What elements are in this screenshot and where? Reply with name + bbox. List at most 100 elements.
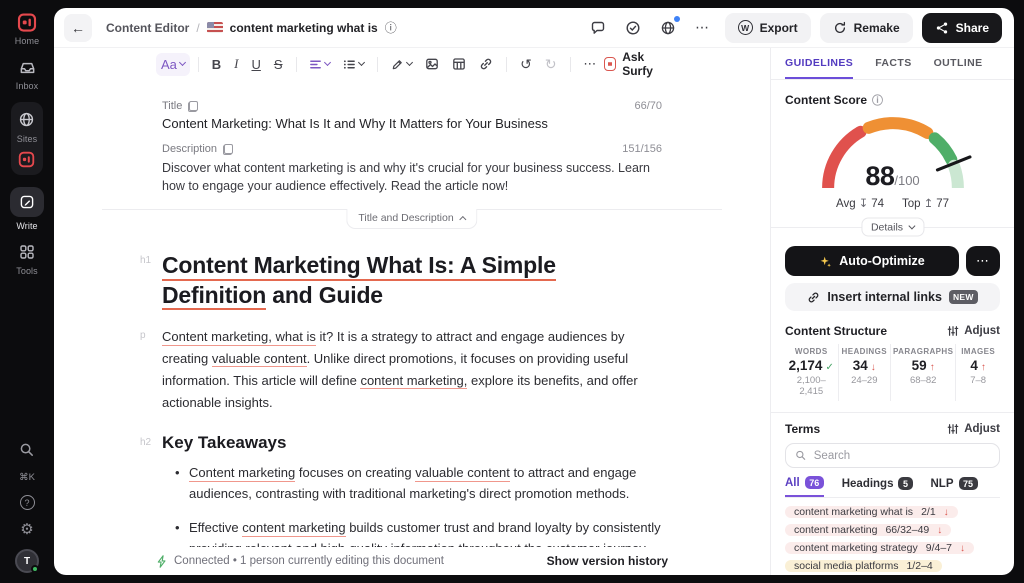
command-k-shortcut: ⌘K xyxy=(19,472,35,483)
auto-optimize-button[interactable]: Auto-Optimize xyxy=(785,246,959,276)
globe-settings-icon[interactable] xyxy=(655,15,681,41)
stat-value: 4↑ xyxy=(958,358,998,373)
insert-internal-links-button[interactable]: Insert internal links NEW xyxy=(785,283,1000,311)
term-chip-text: content marketing xyxy=(794,524,877,536)
score-info-icon[interactable]: ⓘ xyxy=(872,92,883,108)
score-benchmarks: Avg↧74 Top↥77 xyxy=(785,196,1000,210)
toolbar-more-button[interactable]: ⋯ xyxy=(578,52,601,76)
table-button[interactable] xyxy=(447,53,471,75)
doc-bullet-item[interactable]: Content marketing focuses on creating va… xyxy=(189,463,662,505)
export-button[interactable]: W Export xyxy=(725,13,811,43)
pen-icon xyxy=(391,58,404,71)
title-description-collapse[interactable]: Title and Description xyxy=(346,209,477,229)
list-icon xyxy=(343,58,356,71)
term-highlight: customer journey xyxy=(546,541,645,547)
share-button[interactable]: Share xyxy=(922,13,1002,43)
stat-trend-up-icon: ↑ xyxy=(930,362,935,373)
content-score-gauge: 88/100 xyxy=(805,112,981,188)
panel-tab-guidelines[interactable]: GUIDELINES xyxy=(785,57,853,79)
term-chip[interactable]: content marketing66/32–49↓ xyxy=(785,524,951,536)
description-char-count: 151/156 xyxy=(622,143,662,155)
title-field[interactable]: Content Marketing: What Is It and Why It… xyxy=(162,116,662,131)
page-info-icon[interactable]: ⓘ xyxy=(385,19,397,36)
document-body[interactable]: h1Content Marketing What Is: A Simple De… xyxy=(162,251,662,547)
term-chip[interactable]: content marketing what is2/1↓ xyxy=(785,506,958,518)
more-options-icon[interactable]: ⋯ xyxy=(690,15,716,41)
auto-optimize-more-button[interactable]: ⋯ xyxy=(966,246,1000,276)
editor-scroll-area[interactable]: Title 66/70 Content Marketing: What Is I… xyxy=(54,80,770,547)
panel-tab-facts[interactable]: FACTS xyxy=(875,57,911,77)
terms-tab-headings[interactable]: Headings5 xyxy=(842,476,913,497)
copy-title-icon[interactable] xyxy=(188,101,198,112)
title-field-label: Title xyxy=(162,100,182,112)
description-field[interactable]: Discover what content marketing is and w… xyxy=(162,159,662,195)
terms-adjust-button[interactable]: Adjust xyxy=(947,423,1000,435)
check-circle-icon[interactable] xyxy=(620,15,646,41)
ask-surfy-button[interactable]: Ask Surfy xyxy=(604,50,668,78)
block-type-gutter-label: p xyxy=(140,330,146,341)
underline-button[interactable]: U xyxy=(246,53,265,76)
terms-tab-label: Headings xyxy=(842,478,894,490)
term-chip-count: 2/1 xyxy=(921,506,936,518)
image-button[interactable] xyxy=(420,53,444,75)
italic-button[interactable]: I xyxy=(229,52,243,76)
doc-text: focuses on creating xyxy=(295,465,415,480)
user-avatar[interactable]: T xyxy=(15,549,39,573)
doc-block: pContent marketing, what is it? It is a … xyxy=(162,326,662,413)
doc-text: and Guide xyxy=(266,282,383,308)
back-button[interactable]: ← xyxy=(64,14,92,42)
doc-p[interactable]: Content marketing, what is it? It is a s… xyxy=(162,326,662,413)
terms-tab-nlp[interactable]: NLP75 xyxy=(931,476,978,497)
globe-sites-icon[interactable] xyxy=(17,109,37,129)
text-style-dropdown[interactable]: Aa xyxy=(156,53,190,76)
top-max-icon: ↥ xyxy=(924,198,934,210)
strikethrough-button[interactable]: S xyxy=(269,53,288,76)
term-highlight: valuable content xyxy=(415,465,510,482)
editor-footer: Connected • 1 person currently editing t… xyxy=(54,547,770,575)
undo-button[interactable]: ↺ xyxy=(515,52,537,77)
doc-text: . xyxy=(645,541,649,547)
stat-value: 2,174✓ xyxy=(787,358,836,373)
structure-adjust-button[interactable]: Adjust xyxy=(947,325,1000,337)
share-icon xyxy=(935,21,949,35)
show-version-history-link[interactable]: Show version history xyxy=(547,554,668,568)
settings-gear-icon[interactable]: ⚙ xyxy=(20,522,33,537)
terms-tab-label: NLP xyxy=(931,478,954,490)
sidebar-item-tools[interactable]: Tools xyxy=(16,242,38,276)
term-chip[interactable]: social media platforms1/2–4 xyxy=(785,560,942,572)
stat-trend-check-icon: ✓ xyxy=(825,362,833,373)
remake-button[interactable]: Remake xyxy=(820,13,913,43)
copy-description-icon[interactable] xyxy=(223,144,233,155)
breadcrumb-app[interactable]: Content Editor xyxy=(106,21,189,35)
stat-target-range: 7–8 xyxy=(958,375,998,386)
terms-search-input[interactable] xyxy=(814,450,990,462)
breadcrumb-page-title[interactable]: content marketing what is xyxy=(230,21,378,35)
bold-button[interactable]: B xyxy=(207,53,226,76)
connected-lightning-icon xyxy=(156,555,168,568)
details-dropdown[interactable]: Details xyxy=(861,218,924,237)
doc-bullet-list[interactable]: Content marketing focuses on creating va… xyxy=(162,463,662,547)
doc-h2[interactable]: Key Takeaways xyxy=(162,433,662,453)
redo-button[interactable]: ↻ xyxy=(540,52,562,77)
search-icon[interactable] xyxy=(17,440,37,460)
link-button[interactable] xyxy=(474,53,498,75)
link-icon xyxy=(807,291,820,304)
notification-dot xyxy=(674,16,680,22)
sidebar-item-write[interactable]: Write xyxy=(10,187,44,231)
panel-tab-outline[interactable]: OUTLINE xyxy=(934,57,983,77)
term-highlight: Content marketing, what is xyxy=(162,329,316,346)
doc-bullet-item[interactable]: Effective content marketing builds custo… xyxy=(189,518,662,547)
term-chip[interactable]: content marketing strategy9/4–7↓ xyxy=(785,542,974,554)
search-icon xyxy=(795,449,807,462)
align-dropdown[interactable] xyxy=(304,54,335,75)
term-highlight: valuable content xyxy=(212,351,307,368)
sidebar-item-inbox[interactable]: Inbox xyxy=(16,57,39,91)
pen-dropdown[interactable] xyxy=(386,54,417,75)
surfer-site-icon[interactable] xyxy=(17,149,37,169)
help-icon[interactable]: ? xyxy=(20,495,35,510)
sidebar-item-home[interactable]: Home xyxy=(15,12,39,46)
list-dropdown[interactable] xyxy=(338,54,369,75)
doc-h1[interactable]: Content Marketing What Is: A Simple Defi… xyxy=(162,251,662,310)
comments-icon[interactable] xyxy=(585,15,611,41)
terms-tab-all[interactable]: All76 xyxy=(785,476,824,497)
